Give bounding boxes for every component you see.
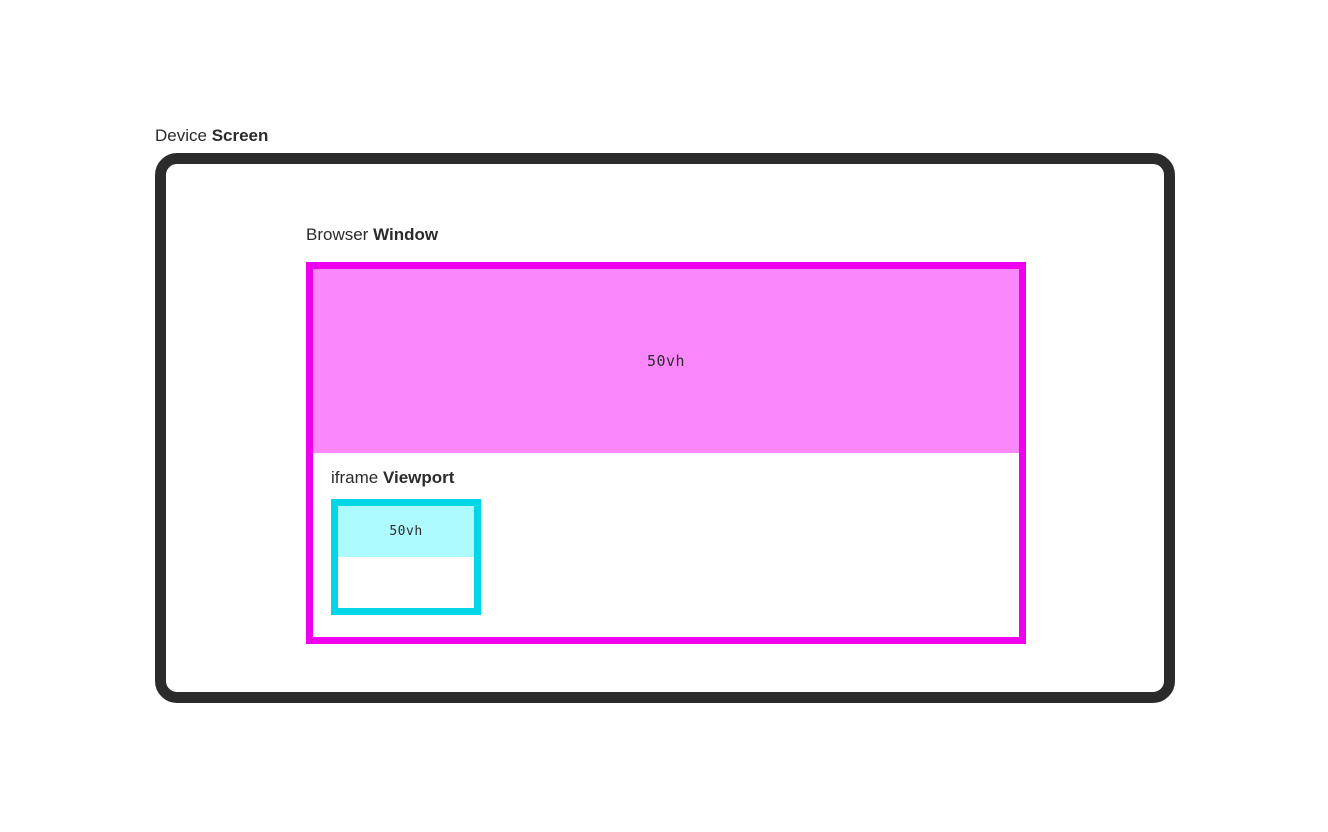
device-label-bold: Screen <box>212 126 269 145</box>
iframe-fill-text: 50vh <box>389 524 422 539</box>
browser-window-label: Browser Window <box>306 224 438 246</box>
iframe-label-bold: Viewport <box>383 468 454 487</box>
browser-label-prefix: Browser <box>306 225 373 244</box>
browser-window-box: 50vh iframe Viewport 50vh <box>306 262 1026 644</box>
iframe-label-prefix: iframe <box>331 468 383 487</box>
device-label-prefix: Device <box>155 126 212 145</box>
browser-fill-text: 50vh <box>647 352 685 370</box>
browser-window-fill: 50vh <box>313 269 1019 453</box>
iframe-viewport-fill: 50vh <box>338 506 474 557</box>
iframe-viewport-label: iframe Viewport <box>331 467 454 489</box>
browser-label-bold: Window <box>373 225 438 244</box>
device-screen-box: Browser Window 50vh iframe Viewport 50vh <box>155 153 1175 703</box>
device-screen-label: Device Screen <box>155 125 1175 147</box>
iframe-viewport-box: 50vh <box>331 499 481 615</box>
